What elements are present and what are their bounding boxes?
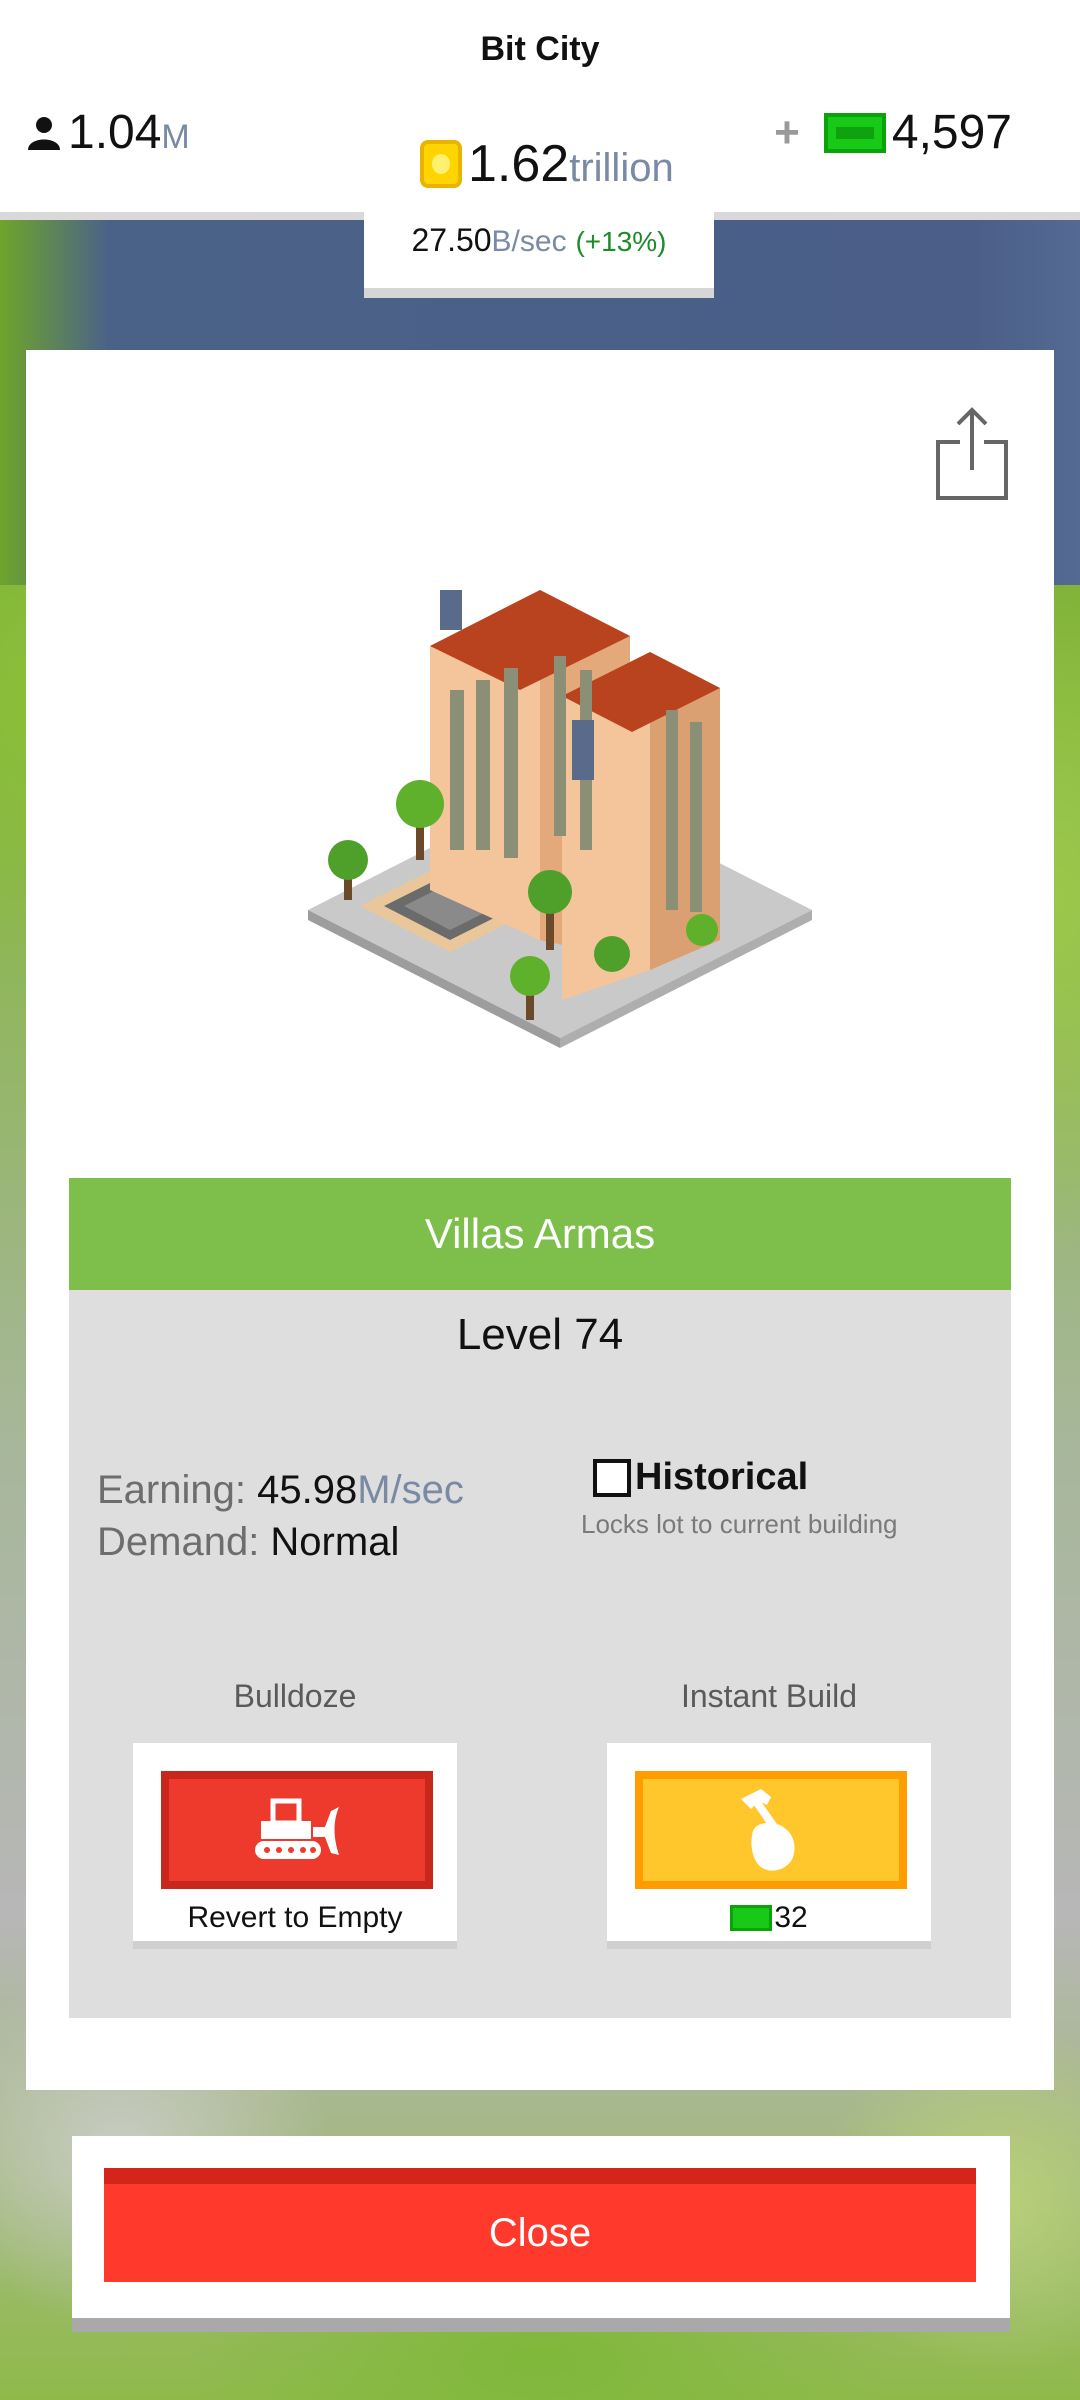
building-level: Level 74: [456, 1310, 624, 1359]
instant-build-section: Instant Build 32: [607, 1678, 931, 1949]
instant-build-cost-value: 32: [774, 1901, 808, 1934]
building-name: Villas Armas: [69, 1178, 1011, 1290]
population-value: 1.04: [68, 106, 162, 159]
hammer-hand-icon: [741, 1789, 795, 1871]
coin-icon: [420, 140, 462, 188]
bulldoze-section: Bulldoze Revert to Empty: [133, 1678, 457, 1949]
demand-row: Demand: Normal: [97, 1516, 464, 1568]
population-counter[interactable]: 1.04 M: [26, 105, 190, 160]
instant-build-card[interactable]: 32: [607, 1743, 931, 1949]
share-icon[interactable]: [934, 406, 1010, 502]
cash-counter[interactable]: + 4,597: [774, 105, 1012, 160]
rate-change: (+13%): [575, 226, 667, 257]
earning-row: Earning: 45.98M/sec: [97, 1464, 464, 1516]
coins-value: 1.62: [468, 135, 570, 193]
bulldoze-button[interactable]: [161, 1771, 433, 1889]
historical-description: Locks lot to current building: [581, 1509, 898, 1539]
building-stats: Earning: 45.98M/sec Demand: Normal: [97, 1464, 464, 1568]
building-info-panel: Villas Armas Level 74 Earning: 45.98M/se…: [69, 1178, 1011, 2018]
app-title: Bit City: [480, 30, 600, 68]
coins-panel: 1.62 trillion 27.50B/sec (+13%): [364, 100, 714, 298]
bulldozer-icon: [255, 1798, 339, 1859]
bulldoze-label: Bulldoze: [233, 1678, 357, 1714]
coins-counter: 1.62 trillion: [420, 134, 674, 194]
bulldoze-card[interactable]: Revert to Empty: [133, 1743, 457, 1949]
person-icon: [28, 116, 60, 150]
historical-row[interactable]: Historical: [593, 1456, 923, 1499]
instant-build-button[interactable]: [635, 1771, 907, 1889]
building-image: [308, 590, 812, 1048]
population-unit: M: [161, 118, 190, 156]
bulldoze-caption: Revert to Empty: [187, 1901, 403, 1934]
add-cash-button[interactable]: +: [774, 108, 800, 158]
earning-label: Earning:: [97, 1468, 258, 1512]
demand-label: Demand:: [97, 1520, 271, 1564]
rate-value: 27.50: [411, 222, 492, 258]
cash-bill-icon: [730, 1905, 773, 1931]
cash-value: 4,597: [891, 106, 1012, 159]
coins-unit: trillion: [569, 146, 674, 190]
demand-value: Normal: [270, 1520, 400, 1564]
historical-toggle[interactable]: Historical Locks lot to current building: [581, 1456, 923, 1540]
historical-checkbox[interactable]: [593, 1458, 631, 1497]
close-button[interactable]: Close: [104, 2168, 976, 2282]
cash-bill-icon: [823, 112, 886, 153]
rate-unit: B/sec: [491, 225, 567, 258]
income-rate: 27.50B/sec (+13%): [364, 222, 714, 259]
instant-build-label: Instant Build: [680, 1678, 858, 1714]
building-detail-card: Villas Armas Level 74 Earning: 45.98M/se…: [26, 350, 1054, 2090]
close-panel: Close: [72, 2136, 1010, 2332]
earning-value: 45.98: [257, 1468, 358, 1512]
instant-build-cost: 32: [607, 1901, 931, 1935]
earning-unit: M/sec: [357, 1468, 464, 1512]
historical-label: Historical: [635, 1456, 809, 1498]
